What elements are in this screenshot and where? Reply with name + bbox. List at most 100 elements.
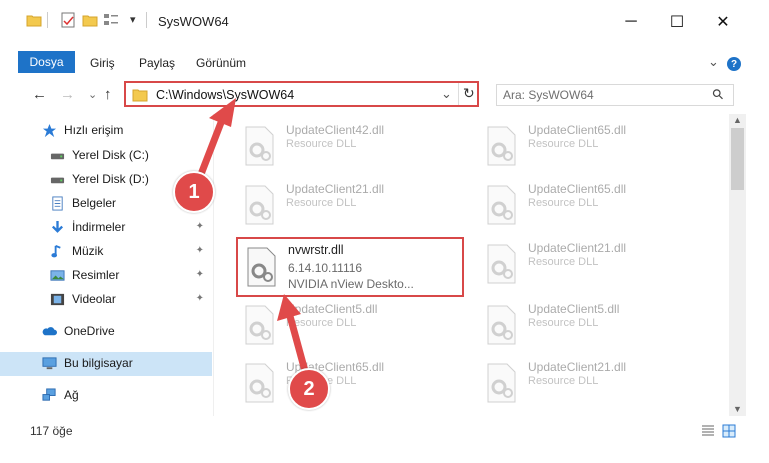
file-item[interactable]: UpdateClient21.dll Resource DLL [236,179,451,231]
file-description: Resource DLL [528,197,599,209]
pictures-icon [50,270,65,281]
file-item[interactable]: UpdateClient65.dll Resource DLL [478,179,693,231]
up-button[interactable]: ↑ [104,86,112,103]
view-options-icon[interactable] [103,12,119,28]
details-view-icon[interactable] [701,424,715,438]
help-icon[interactable]: ? [727,57,741,71]
address-path: C:\Windows\SysWOW64 [156,88,295,102]
file-description: Resource DLL [286,317,357,329]
folder-icon [26,15,42,27]
sidebar-item-label: Resimler [72,268,120,282]
star-icon [42,123,57,138]
file-item[interactable]: UpdateClient5.dll Resource DLL [236,299,451,351]
network-icon [42,388,56,401]
ribbon-expand-icon[interactable]: ⌄ [708,54,719,70]
sidebar-item-yerel-disk-c[interactable]: Yerel Disk (C:) [0,144,212,168]
sidebar-item-label: Hızlı erişim [64,123,124,137]
scroll-up-icon[interactable]: ▲ [733,115,742,125]
file-item[interactable]: UpdateClient21.dll Resource DLL [478,357,693,409]
tab-gorunum[interactable]: Görünüm [196,56,246,70]
tab-dosya[interactable]: Dosya [18,51,75,73]
sidebar-item-bu-bilgisayar[interactable]: Bu bilgisayar [0,352,212,376]
dll-file-icon [245,126,274,166]
video-icon [50,293,65,306]
recent-locations-button[interactable]: ⌄ [88,88,97,101]
file-description: Resource DLL [528,256,599,268]
dll-file-icon [487,363,516,403]
pin-icon[interactable]: ✦ [196,269,204,280]
sidebar-item-resimler[interactable]: Resimler ✦ [0,264,212,288]
search-input[interactable]: Ara: SysWOW64 ⚲ [496,84,734,106]
forward-button[interactable]: → [60,86,75,103]
file-description: Resource DLL [528,375,599,387]
file-version: 6.14.10.11116 [288,261,363,275]
item-count: 117 öğe [30,424,73,438]
selected-file-item[interactable]: nvwrstr.dll 6.14.10.11116 NVIDIA nView D… [236,237,464,297]
scroll-down-icon[interactable]: ▼ [733,404,742,414]
file-name: nvwrstr.dll [288,243,344,257]
search-icon[interactable]: ⚲ [708,85,727,104]
scroll-thumb[interactable] [731,128,744,190]
address-bar[interactable]: C:\Windows\SysWOW64 ⌄ ↻ [124,81,479,107]
address-dropdown-icon[interactable]: ⌄ [441,86,452,102]
file-name: UpdateClient21.dll [528,241,627,255]
file-description: Resource DLL [528,138,599,150]
sidebar-item-label: OneDrive [64,324,115,338]
pin-icon[interactable]: ✦ [196,221,204,232]
tab-giris[interactable]: Giriş [90,56,115,70]
dll-file-icon [487,126,516,166]
back-button[interactable]: ← [32,86,47,103]
drive-icon [50,177,65,184]
file-item[interactable]: UpdateClient42.dll Resource DLL [236,120,451,172]
sidebar-item-onedrive[interactable]: OneDrive [0,320,212,344]
navigation-pane: Hızlı erişim Yerel Disk (C:) Yerel Disk … [0,114,213,416]
title-bar: ▾ SysWOW64 ─ ☐ ✕ [0,0,769,44]
dll-file-icon [245,305,274,345]
large-icons-view-icon[interactable] [722,424,736,438]
vertical-scrollbar[interactable]: ▲ ▼ [729,114,746,416]
ribbon-tabs: Dosya Giriş Paylaş Görünüm ⌄ ? [0,44,769,79]
file-item[interactable]: UpdateClient65.dll Resource DLL [478,120,693,172]
maximize-button[interactable]: ☐ [654,0,700,44]
sidebar-item-label: Yerel Disk (C:) [72,148,149,162]
file-description: Resource DLL [286,138,357,150]
minimize-button[interactable]: ─ [608,0,654,44]
file-name: UpdateClient65.dll [528,123,627,137]
sidebar-item-label: Ağ [64,388,79,402]
sidebar-item-hizli-erisim[interactable]: Hızlı erişim [0,119,212,143]
file-item[interactable]: UpdateClient5.dll Resource DLL [478,299,693,351]
file-name: UpdateClient42.dll [286,123,385,137]
file-name: UpdateClient21.dll [286,182,385,196]
dll-file-icon [487,244,516,284]
sidebar-item-ag[interactable]: Ağ [0,384,212,408]
dll-file-icon [245,363,274,403]
sidebar-item-label: Belgeler [72,196,117,210]
download-icon [51,220,64,233]
refresh-button[interactable]: ↻ [463,85,475,102]
drive-icon [50,153,65,160]
file-name: UpdateClient5.dll [286,302,378,316]
sidebar-item-muzik[interactable]: Müzik ✦ [0,240,212,264]
new-folder-icon[interactable] [82,12,98,28]
sidebar-item-indirmeler[interactable]: İndirmeler ✦ [0,216,212,240]
tab-paylas[interactable]: Paylaş [139,56,175,70]
close-button[interactable]: ✕ [700,0,746,44]
file-item[interactable]: UpdateClient21.dll Resource DLL [478,238,693,290]
file-item[interactable]: UpdateClient65.dll Resource DLL [236,357,451,409]
pin-icon[interactable]: ✦ [196,293,204,304]
properties-icon[interactable] [60,12,76,28]
file-description: Resource DLL [286,197,357,209]
dll-file-icon [487,185,516,225]
separator [47,12,48,28]
dll-file-icon [487,305,516,345]
window-title: SysWOW64 [158,14,229,29]
file-name: UpdateClient65.dll [528,182,627,196]
file-name: UpdateClient21.dll [528,360,627,374]
pin-icon[interactable]: ✦ [196,245,204,256]
file-description: Resource DLL [528,317,599,329]
separator [146,12,147,28]
sidebar-item-label: Müzik [72,244,104,258]
sidebar-item-videolar[interactable]: Videolar ✦ [0,288,212,312]
quick-access-dropdown-icon[interactable]: ▾ [130,13,136,26]
sidebar-item-label: İndirmeler [72,220,126,234]
